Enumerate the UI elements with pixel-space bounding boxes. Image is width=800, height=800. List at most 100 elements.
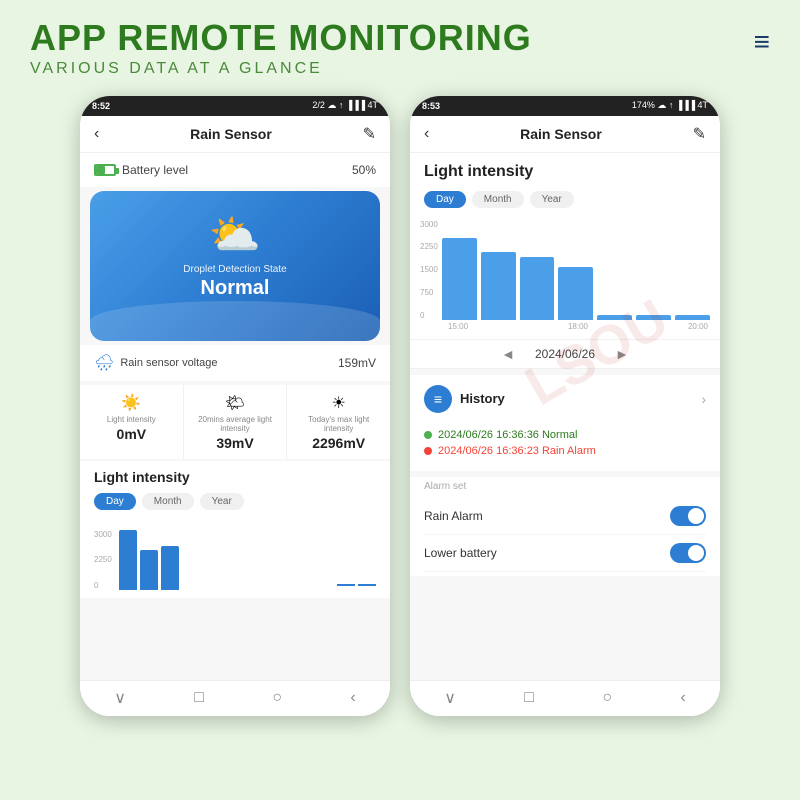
- history-left: ≡ History: [424, 385, 505, 413]
- menu-icon[interactable]: ≡: [754, 28, 770, 56]
- alarm-row-1: Lower battery: [424, 535, 706, 572]
- chart-y-labels-1: 300022500: [94, 530, 112, 590]
- p2-bar-0: [442, 238, 477, 320]
- rain-label: Rain sensor voltage: [120, 357, 217, 369]
- status-time-1: 8:52: [92, 101, 110, 111]
- droplet-label: Droplet Detection State: [106, 264, 364, 275]
- tab-month-1[interactable]: Month: [142, 493, 194, 510]
- tab-row-2: Day Month Year: [410, 187, 720, 216]
- status-right-2: 174% ☁ ↑ ▐▐▐ 4T: [632, 100, 708, 111]
- status-icons-1: 2/2 ☁ ↑ ▐▐▐ 4T: [312, 100, 378, 111]
- history-arrow[interactable]: ›: [701, 391, 706, 407]
- alarm-section-label: Alarm set: [424, 481, 706, 492]
- back-button-1[interactable]: ‹: [94, 125, 99, 143]
- bottom-nav-chevron-1[interactable]: ∨: [114, 688, 126, 708]
- status-icons-2: 174% ☁ ↑ ▐▐▐ 4T: [632, 100, 708, 111]
- intensity-grid: ☀️ Light intensity 0mV 🌤 20mins average …: [80, 385, 390, 459]
- entry-text-0: 2024/06/26 16:36:36 Normal: [438, 429, 577, 441]
- phone-1: 8:52 2/2 ☁ ↑ ▐▐▐ 4T ‹ Rain Sensor ✎ Batt…: [80, 96, 390, 716]
- alarm-section: Alarm set Rain Alarm Lower battery: [410, 477, 720, 576]
- intensity-label-0: Light intensity: [86, 415, 177, 424]
- entry-text-1: 2024/06/26 16:36:23 Rain Alarm: [438, 445, 596, 457]
- rain-icon: 🌧: [94, 353, 114, 373]
- p2-chart-wrapper: 3000 2250 1500 750 0: [420, 220, 710, 320]
- status-bar-2: 8:53 174% ☁ ↑ ▐▐▐ 4T: [410, 96, 720, 116]
- rain-voltage-row: 🌧 Rain sensor voltage 159mV: [80, 345, 390, 381]
- intensity-icon-1: 🌤: [190, 393, 281, 413]
- date-display: 2024/06/26: [535, 347, 595, 361]
- battery-left: Battery level: [94, 163, 188, 177]
- history-row[interactable]: ≡ History ›: [410, 375, 720, 423]
- intensity-value-1: 39mV: [190, 435, 281, 451]
- battery-row: Battery level 50%: [80, 153, 390, 187]
- app-subtitle: VARIOUS DATA AT A GLANCE: [30, 60, 754, 78]
- p2-bar-3: [558, 267, 593, 320]
- bottom-nav-square-1[interactable]: □: [194, 689, 204, 707]
- bottom-nav-2: ∨ □ ○ ‹: [410, 680, 720, 716]
- battery-fill: [96, 166, 105, 174]
- history-icon: ≡: [424, 385, 452, 413]
- light-intensity-label-1: Light intensity: [80, 461, 390, 489]
- app-title: APP REMOTE MONITORING: [30, 18, 754, 58]
- status-right-1: 2/2 ☁ ↑ ▐▐▐ 4T: [312, 100, 378, 111]
- p2-bar-2: [520, 257, 555, 319]
- date-prev[interactable]: ◄: [501, 346, 515, 362]
- phones-container: 8:52 2/2 ☁ ↑ ▐▐▐ 4T ‹ Rain Sensor ✎ Batt…: [0, 86, 800, 726]
- header-text: APP REMOTE MONITORING VARIOUS DATA AT A …: [30, 18, 754, 78]
- dot-red-1: [424, 447, 432, 455]
- bottom-nav-back-2[interactable]: ‹: [680, 689, 685, 707]
- p2-bar-4: [597, 315, 632, 320]
- chart-bar-1-0: [119, 530, 137, 590]
- tab-day-1[interactable]: Day: [94, 493, 136, 510]
- weather-card: ⛅ Droplet Detection State Normal: [90, 191, 380, 341]
- weather-icon: ⛅: [106, 211, 364, 260]
- bottom-nav-1: ∨ □ ○ ‹: [80, 680, 390, 716]
- phone1-content: Battery level 50% ⛅ Droplet Detection St…: [80, 153, 390, 680]
- battery-value: 50%: [352, 163, 376, 177]
- alarm-toggle-1[interactable]: [670, 543, 706, 563]
- dot-green-0: [424, 431, 432, 439]
- p2-y-labels: 3000 2250 1500 750 0: [420, 220, 438, 320]
- chart-bar-1-2: [161, 546, 179, 590]
- bottom-nav-chevron-2[interactable]: ∨: [444, 688, 456, 708]
- date-next[interactable]: ►: [615, 346, 629, 362]
- intensity-cell-0: ☀️ Light intensity 0mV: [80, 385, 184, 459]
- edit-button-1[interactable]: ✎: [363, 124, 376, 144]
- mini-chart-1: 300022500: [80, 518, 390, 598]
- alarm-toggle-0[interactable]: [670, 506, 706, 526]
- phone2-content: Light intensity Day Month Year 3000 2250…: [410, 153, 720, 680]
- intensity-label-2: Today's max light intensity: [293, 415, 384, 433]
- alarm-row-0: Rain Alarm: [424, 498, 706, 535]
- bottom-nav-circle-1[interactable]: ○: [272, 689, 282, 707]
- edit-button-2[interactable]: ✎: [693, 124, 706, 144]
- bottom-nav-circle-2[interactable]: ○: [602, 689, 612, 707]
- history-entries: 2024/06/26 16:36:36 Normal 2024/06/26 16…: [410, 423, 720, 471]
- phone-2: 8:53 174% ☁ ↑ ▐▐▐ 4T ‹ Rain Sensor ✎ Lig…: [410, 96, 720, 716]
- header: APP REMOTE MONITORING VARIOUS DATA AT A …: [0, 0, 800, 86]
- nav-title-1: Rain Sensor: [190, 126, 272, 142]
- bottom-nav-square-2[interactable]: □: [524, 689, 534, 707]
- alarm-label-1: Lower battery: [424, 546, 497, 560]
- history-label: History: [460, 391, 505, 406]
- tab-month-2[interactable]: Month: [472, 191, 524, 208]
- tab-year-2[interactable]: Year: [530, 191, 574, 208]
- status-time-2: 8:53: [422, 101, 440, 111]
- intensity-value-0: 0mV: [86, 426, 177, 442]
- tab-row-1: Day Month Year: [80, 489, 390, 518]
- date-nav: ◄ 2024/06/26 ►: [410, 339, 720, 369]
- nav-title-2: Rain Sensor: [520, 126, 602, 142]
- tab-day-2[interactable]: Day: [424, 191, 466, 208]
- p2-bar-1: [481, 252, 516, 319]
- p2-chart-area: 3000 2250 1500 750 0: [410, 216, 720, 339]
- rain-left: 🌧 Rain sensor voltage: [94, 353, 218, 373]
- intensity-value-2: 2296mV: [293, 435, 384, 451]
- battery-icon: [94, 164, 116, 176]
- p2-x-labels: 15:00 18:00 20:00: [446, 320, 710, 331]
- intensity-label-1: 20mins average light intensity: [190, 415, 281, 433]
- chart-line-1-1: [358, 584, 376, 586]
- back-button-2[interactable]: ‹: [424, 125, 429, 143]
- tab-year-1[interactable]: Year: [200, 493, 244, 510]
- intensity-cell-1: 🌤 20mins average light intensity 39mV: [184, 385, 288, 459]
- bottom-nav-back-1[interactable]: ‹: [350, 689, 355, 707]
- nav-bar-1: ‹ Rain Sensor ✎: [80, 116, 390, 153]
